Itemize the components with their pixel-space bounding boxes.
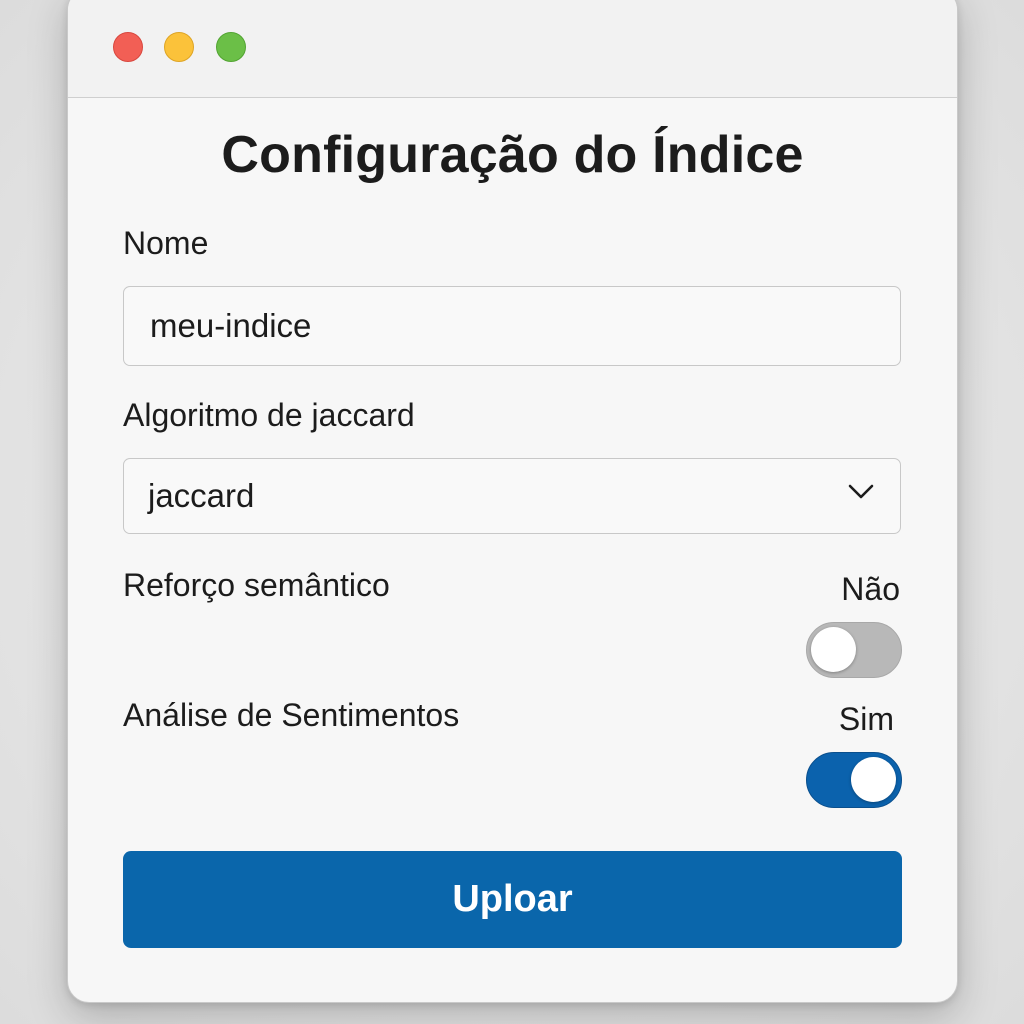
sentiment-analysis-state: Sim <box>838 701 894 737</box>
close-window-button[interactable] <box>113 32 143 62</box>
minimize-window-button[interactable] <box>164 32 194 62</box>
toggle-knob <box>811 627 856 672</box>
app-window: Configuração do Índice Nome Algoritmo de… <box>67 0 958 1003</box>
semantic-boost-toggle[interactable] <box>806 622 902 678</box>
desktop-background: Configuração do Índice Nome Algoritmo de… <box>0 0 1024 1024</box>
upload-button[interactable]: Uploar <box>123 851 902 948</box>
algorithm-select[interactable]: jaccard <box>123 458 901 534</box>
algorithm-selected-value: jaccard <box>148 477 255 514</box>
title-bar <box>68 0 957 98</box>
sentiment-analysis-toggle[interactable] <box>806 752 902 808</box>
algorithm-label: Algoritmo de jaccard <box>123 397 415 433</box>
maximize-window-button[interactable] <box>216 32 246 62</box>
chevron-down-icon <box>848 484 874 499</box>
name-field[interactable] <box>123 286 901 366</box>
semantic-boost-label: Reforço semântico <box>123 567 390 603</box>
sentiment-analysis-label: Análise de Sentimentos <box>123 697 460 733</box>
page-title: Configuração do Índice <box>221 126 804 184</box>
name-label: Nome <box>123 225 209 261</box>
toggle-knob <box>851 757 896 802</box>
name-input[interactable] <box>124 287 900 365</box>
semantic-boost-state: Não <box>841 571 900 607</box>
